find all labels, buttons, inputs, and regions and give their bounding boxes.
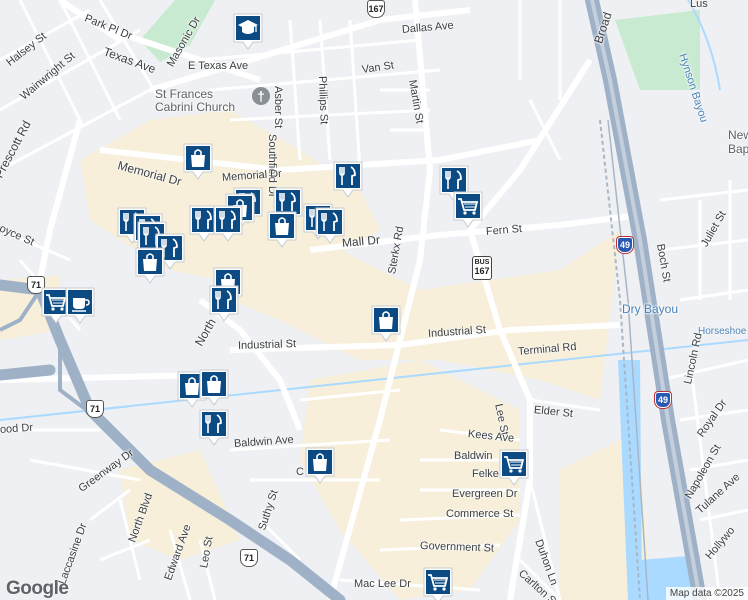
map-canvas[interactable]: Park Pl Dr Masonic Dr Halsey St Texas Av… bbox=[0, 0, 748, 600]
shopping-icon bbox=[203, 373, 225, 395]
route-shield-us71-bottom: 71 bbox=[240, 549, 258, 567]
bus-label: BUS bbox=[474, 259, 490, 266]
shopping-icon bbox=[375, 309, 397, 331]
grocery-cart-icon bbox=[427, 571, 449, 593]
street-label-wood: ood Dr bbox=[0, 421, 34, 436]
poi-pin[interactable] bbox=[304, 446, 336, 486]
poi-pin[interactable] bbox=[134, 246, 166, 286]
street-label-c: C bbox=[296, 466, 304, 478]
shopping-icon bbox=[187, 147, 209, 169]
poi-pin[interactable] bbox=[182, 142, 214, 182]
street-label-industrial-2: Industrial St bbox=[237, 337, 297, 352]
street-label-government: Government St bbox=[419, 540, 495, 555]
street-label-felker: Felke bbox=[472, 468, 499, 480]
poi-pin[interactable] bbox=[64, 286, 96, 326]
poi-pin[interactable] bbox=[198, 368, 230, 408]
restaurant-icon bbox=[203, 413, 225, 435]
map-base-layer bbox=[0, 0, 748, 600]
grocery-cart-icon bbox=[503, 453, 525, 475]
water-label-dry-bayou: Dry Bayou bbox=[622, 302, 679, 316]
shopping-icon bbox=[309, 451, 331, 473]
restaurant-icon bbox=[217, 209, 239, 231]
bus-number: 167 bbox=[474, 266, 490, 276]
poi-pin[interactable] bbox=[198, 408, 230, 448]
poi-pin[interactable] bbox=[332, 160, 364, 200]
street-label-evergreen: Evergreen Dr bbox=[452, 488, 518, 500]
education-icon bbox=[237, 17, 259, 39]
street-label-mac-lee: Mac Lee Dr bbox=[354, 578, 411, 590]
poi-pin[interactable] bbox=[498, 448, 530, 488]
street-label-e-texas: E Texas Ave bbox=[188, 60, 249, 72]
church-icon: † bbox=[252, 87, 270, 105]
route-shield-us71-mid: 71 bbox=[86, 400, 104, 418]
place-label-church[interactable]: St Frances Cabrini Church bbox=[155, 88, 251, 114]
street-label-phillips: Phillips St bbox=[316, 75, 330, 125]
restaurant-icon bbox=[337, 165, 359, 187]
street-label-asber: Asber St bbox=[272, 86, 284, 129]
poi-pin[interactable] bbox=[422, 566, 454, 600]
poi-pin[interactable] bbox=[232, 12, 264, 52]
route-shield-bus167: BUS 167 bbox=[472, 256, 492, 280]
cafe-icon bbox=[69, 291, 91, 313]
street-label-lus: Lus bbox=[690, 0, 708, 10]
restaurant-icon bbox=[443, 169, 465, 191]
water-label-horseshoe: Horseshoe bbox=[698, 326, 747, 337]
restaurant-icon bbox=[319, 211, 341, 233]
street-label-baldwin-2: Baldwin bbox=[454, 450, 493, 462]
map-attribution[interactable]: Map data ©2025 bbox=[665, 587, 748, 600]
poi-pin[interactable] bbox=[212, 204, 244, 244]
poi-pin[interactable] bbox=[266, 210, 298, 250]
restaurant-icon bbox=[213, 289, 235, 311]
shopping-icon bbox=[271, 215, 293, 237]
grocery-cart-icon bbox=[457, 195, 479, 217]
street-label-commerce: Commerce St bbox=[446, 508, 514, 520]
poi-pin[interactable] bbox=[208, 284, 240, 324]
route-shield-us167: 167 bbox=[367, 0, 385, 18]
poi-pin[interactable] bbox=[370, 304, 402, 344]
route-shield-i49-top: 49 bbox=[617, 237, 633, 253]
route-shield-i49-bottom: 49 bbox=[655, 392, 671, 408]
google-logo: Google bbox=[6, 578, 69, 599]
poi-pin[interactable] bbox=[452, 190, 484, 230]
place-label-bapt: New Bapt bbox=[728, 128, 748, 156]
poi-pin[interactable] bbox=[314, 206, 346, 246]
shopping-icon bbox=[139, 251, 161, 273]
